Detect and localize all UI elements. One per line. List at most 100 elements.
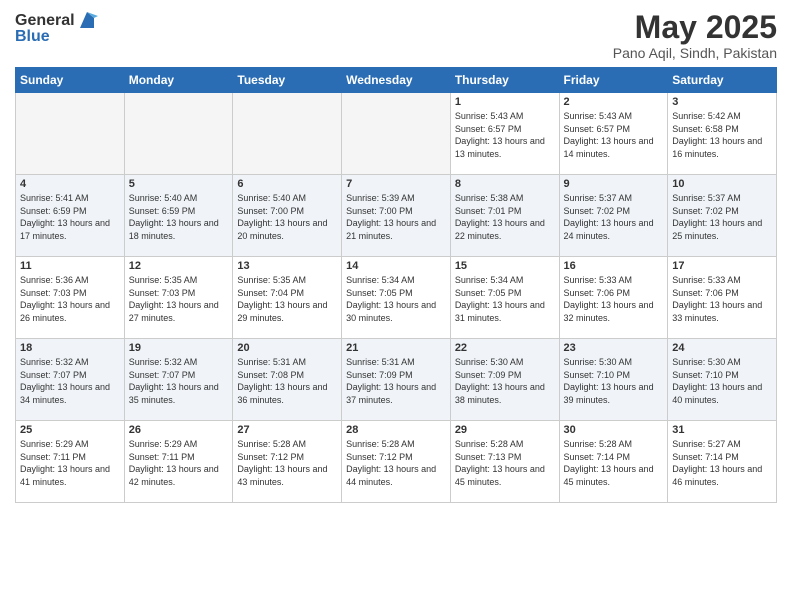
daylight-label: Daylight: 13 hours and 29 minutes. — [237, 300, 327, 323]
sunset-label: Sunset: 7:02 PM — [672, 206, 739, 216]
day-number: 22 — [455, 342, 555, 354]
daylight-label: Daylight: 13 hours and 16 minutes. — [672, 136, 762, 159]
calendar-cell: 26Sunrise: 5:29 AMSunset: 7:11 PMDayligh… — [124, 421, 233, 503]
sunset-label: Sunset: 7:07 PM — [20, 370, 87, 380]
sunset-label: Sunset: 7:09 PM — [455, 370, 522, 380]
weekday-header: Tuesday — [233, 68, 342, 93]
daylight-label: Daylight: 13 hours and 30 minutes. — [346, 300, 436, 323]
day-info: Sunrise: 5:32 AMSunset: 7:07 PMDaylight:… — [20, 356, 120, 406]
daylight-label: Daylight: 13 hours and 36 minutes. — [237, 382, 327, 405]
day-info: Sunrise: 5:43 AMSunset: 6:57 PMDaylight:… — [455, 110, 555, 160]
sunset-label: Sunset: 7:11 PM — [20, 452, 86, 462]
day-number: 15 — [455, 260, 555, 272]
daylight-label: Daylight: 13 hours and 45 minutes. — [564, 464, 654, 487]
day-info: Sunrise: 5:29 AMSunset: 7:11 PMDaylight:… — [20, 438, 120, 488]
calendar-page: General Blue May 2025 Pano Aqil, Sindh, … — [0, 0, 792, 612]
day-number: 17 — [672, 260, 772, 272]
day-info: Sunrise: 5:38 AMSunset: 7:01 PMDaylight:… — [455, 192, 555, 242]
day-number: 13 — [237, 260, 337, 272]
calendar-cell — [233, 93, 342, 175]
day-number: 19 — [129, 342, 229, 354]
sunset-label: Sunset: 7:05 PM — [346, 288, 413, 298]
day-number: 26 — [129, 424, 229, 436]
day-number: 21 — [346, 342, 446, 354]
sunrise-label: Sunrise: 5:35 AM — [237, 275, 306, 285]
sunrise-label: Sunrise: 5:34 AM — [346, 275, 415, 285]
daylight-label: Daylight: 13 hours and 46 minutes. — [672, 464, 762, 487]
sunset-label: Sunset: 7:06 PM — [672, 288, 739, 298]
day-number: 31 — [672, 424, 772, 436]
calendar-cell: 8 Sunrise: 5:38 AMSunset: 7:01 PMDaylight… — [450, 175, 559, 257]
day-info: Sunrise: 5:32 AMSunset: 7:07 PMDaylight:… — [129, 356, 229, 406]
day-info: Sunrise: 5:37 AMSunset: 7:02 PMDaylight:… — [672, 192, 772, 242]
day-number: 12 — [129, 260, 229, 272]
calendar-cell: 3Sunrise: 5:42 AMSunset: 6:58 PMDaylight… — [668, 93, 777, 175]
daylight-label: Daylight: 13 hours and 27 minutes. — [129, 300, 219, 323]
day-number: 25 — [20, 424, 120, 436]
calendar-table: SundayMondayTuesdayWednesdayThursdayFrid… — [15, 67, 777, 503]
day-info: Sunrise: 5:33 AM Sunset: 7:06 PM Daylight:… — [564, 274, 664, 324]
sunrise-label: Sunrise: 5:40 AM — [237, 193, 306, 203]
day-number: 5 — [129, 178, 229, 190]
sunset-label: Sunset: 7:09 PM — [346, 370, 413, 380]
sunrise-label: Sunrise: 5:28 AM — [237, 439, 306, 449]
sunset-label: Sunset: 7:00 PM — [237, 206, 304, 216]
calendar-cell: 22Sunrise: 5:30 AMSunset: 7:09 PMDayligh… — [450, 339, 559, 421]
day-number: 8 — [455, 178, 555, 190]
daylight-label: Daylight: 13 hours and 41 minutes. — [20, 464, 110, 487]
day-info: Sunrise: 5:37 AMSunset: 7:02 PMDaylight:… — [564, 192, 664, 242]
day-number: 29 — [455, 424, 555, 436]
day-number: 28 — [346, 424, 446, 436]
calendar-cell — [342, 93, 451, 175]
calendar-cell: 11Sunrise: 5:36 AMSunset: 7:03 PMDayligh… — [16, 257, 125, 339]
title-block: May 2025 Pano Aqil, Sindh, Pakistan — [613, 10, 777, 61]
daylight-label: Daylight: 13 hours and 35 minutes. — [129, 382, 219, 405]
sunset-label: Sunset: 6:59 PM — [20, 206, 87, 216]
sunrise-label: Sunrise: 5:30 AM — [455, 357, 524, 367]
daylight-label: Daylight: 13 hours and 13 minutes. — [455, 136, 545, 159]
sunset-label: Sunset: 7:02 PM — [564, 206, 631, 216]
calendar-cell: 18Sunrise: 5:32 AMSunset: 7:07 PMDayligh… — [16, 339, 125, 421]
daylight-label: Daylight: 13 hours and 17 minutes. — [20, 218, 110, 241]
daylight-label: Daylight: 13 hours and 40 minutes. — [672, 382, 762, 405]
sunset-label: Sunset: 7:10 PM — [564, 370, 631, 380]
sunset-label: Sunset: 6:59 PM — [129, 206, 196, 216]
sunset-label: Sunset: 7:06 PM — [564, 288, 631, 298]
calendar-cell: 25 Sunrise: 5:29 AMSunset: 7:11 PMDayligh… — [16, 421, 125, 503]
calendar-cell: 10 Sunrise: 5:37 AMSunset: 7:02 PMDayligh… — [668, 175, 777, 257]
sunset-label: Sunset: 7:03 PM — [20, 288, 87, 298]
day-number: 4 — [20, 178, 120, 190]
logo-blue-text: Blue — [15, 28, 50, 46]
daylight-label: Daylight: 13 hours and 44 minutes. — [346, 464, 436, 487]
sunset-label: Sunset: 7:05 PM — [455, 288, 522, 298]
calendar-cell: 1 Sunrise: 5:43 AMSunset: 6:57 PMDaylight… — [450, 93, 559, 175]
calendar-cell: 20Sunrise: 5:31 AMSunset: 7:08 PMDayligh… — [233, 339, 342, 421]
daylight-label: Daylight: 13 hours and 43 minutes. — [237, 464, 327, 487]
daylight-label: Daylight: 13 hours and 22 minutes. — [455, 218, 545, 241]
calendar-cell: 2Sunrise: 5:43 AMSunset: 6:57 PMDaylight… — [559, 93, 668, 175]
sunset-label: Sunset: 7:11 PM — [129, 452, 195, 462]
calendar-cell: 27Sunrise: 5:28 AMSunset: 7:12 PMDayligh… — [233, 421, 342, 503]
daylight-label: Daylight: 13 hours and 25 minutes. — [672, 218, 762, 241]
calendar-week-row: 11Sunrise: 5:36 AMSunset: 7:03 PMDayligh… — [16, 257, 777, 339]
calendar-cell: 6Sunrise: 5:40 AMSunset: 7:00 PMDaylight… — [233, 175, 342, 257]
day-number: 10 — [672, 178, 772, 190]
day-info: Sunrise: 5:27 AMSunset: 7:14 PMDaylight:… — [672, 438, 772, 488]
sunrise-label: Sunrise: 5:33 AM — [564, 275, 633, 285]
day-info: Sunrise: 5:34 AMSunset: 7:05 PMDaylight:… — [455, 274, 555, 324]
daylight-label: Daylight: 13 hours and 20 minutes. — [237, 218, 327, 241]
calendar-cell: 7Sunrise: 5:39 AMSunset: 7:00 PMDaylight… — [342, 175, 451, 257]
day-number: 1 — [455, 96, 555, 108]
calendar-cell: 30Sunrise: 5:28 AMSunset: 7:14 PMDayligh… — [559, 421, 668, 503]
daylight-label: Daylight: 13 hours and 42 minutes. — [129, 464, 219, 487]
calendar-cell — [16, 93, 125, 175]
daylight-label: Daylight: 13 hours and 32 minutes. — [564, 300, 654, 323]
sunset-label: Sunset: 7:03 PM — [129, 288, 196, 298]
day-number: 11 — [20, 260, 120, 272]
day-info: Sunrise: 5:30 AMSunset: 7:10 PMDaylight:… — [672, 356, 772, 406]
day-number: 3 — [672, 96, 772, 108]
day-number: 9 — [564, 178, 664, 190]
day-number: 30 — [564, 424, 664, 436]
daylight-label: Daylight: 13 hours and 26 minutes. — [20, 300, 110, 323]
sunset-label: Sunset: 6:57 PM — [455, 124, 522, 134]
